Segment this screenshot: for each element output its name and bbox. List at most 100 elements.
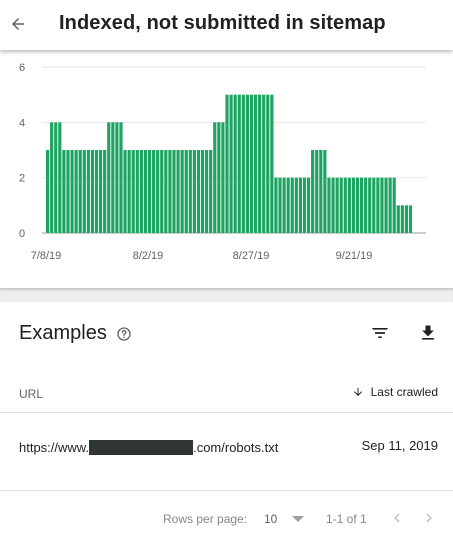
bar — [327, 177, 331, 233]
y-tick-label: 4 — [19, 117, 25, 129]
bar — [94, 150, 99, 233]
bar — [221, 122, 225, 233]
bar — [339, 177, 343, 233]
bar — [253, 94, 258, 233]
pagination: Rows per page: 10 1-1 of 1 — [0, 507, 453, 531]
bar — [66, 150, 70, 233]
bar — [229, 94, 233, 233]
redacted-domain — [89, 440, 194, 455]
bar — [115, 122, 119, 233]
bar — [384, 177, 388, 233]
bar — [241, 94, 245, 233]
bar — [188, 150, 192, 233]
download-button[interactable] — [414, 319, 442, 347]
header-divider — [0, 412, 453, 413]
bar — [323, 150, 327, 233]
bar — [54, 122, 58, 233]
bar — [372, 177, 376, 233]
bar — [107, 122, 111, 233]
bar — [298, 177, 302, 233]
bar — [306, 177, 311, 233]
chart-card: 0 2 4 6 7/8/19 8/2/19 8/27/19 9/21/19 — [0, 50, 453, 288]
indexed-pages-chart: 0 2 4 6 7/8/19 8/2/19 8/27/19 9/21/19 — [19, 62, 426, 262]
help-circle-icon[interactable] — [116, 326, 132, 342]
bar — [249, 94, 254, 233]
page-range: 1-1 of 1 — [326, 512, 367, 526]
y-tick-label: 6 — [19, 62, 25, 74]
back-button[interactable] — [0, 6, 36, 42]
bar — [103, 150, 107, 233]
bar — [404, 205, 409, 233]
bar — [135, 150, 139, 233]
bar — [392, 177, 396, 233]
table-row[interactable]: https://www. .com/robots.txt Sep 11, 2019 — [0, 423, 453, 490]
bar — [282, 177, 286, 233]
bar — [237, 94, 241, 233]
bar — [245, 94, 249, 233]
bar — [147, 150, 152, 233]
bar — [258, 94, 262, 233]
bar — [86, 150, 90, 233]
table-header: URL Last crawled — [0, 376, 453, 412]
bar — [58, 122, 62, 233]
rows-per-page-select[interactable]: 10 — [264, 512, 277, 526]
chevron-left-icon[interactable] — [388, 509, 406, 527]
page-title: Indexed, not submitted in sitemap — [59, 12, 386, 34]
row-last-crawled: Sep 11, 2019 — [361, 438, 438, 453]
bar — [380, 177, 384, 233]
bar — [388, 177, 392, 233]
bar — [160, 150, 164, 233]
bar — [205, 150, 209, 233]
examples-card: Examples URL Last crawled https://www. .… — [0, 302, 453, 540]
bar — [225, 94, 229, 233]
bar — [233, 94, 237, 233]
bar — [335, 177, 339, 233]
arrow-down-icon — [353, 388, 362, 396]
bar — [376, 177, 380, 233]
bar — [294, 177, 298, 233]
bar — [192, 150, 196, 233]
bar — [119, 122, 123, 233]
bar — [123, 150, 127, 233]
column-last-crawled-label: Last crawled — [370, 385, 438, 399]
bar — [46, 150, 50, 233]
bar — [217, 122, 221, 233]
bar — [355, 177, 360, 233]
column-last-crawled-sort[interactable]: Last crawled — [352, 385, 438, 399]
bar — [164, 150, 168, 233]
row-divider — [0, 490, 453, 491]
filter-icon — [372, 328, 388, 338]
bar — [343, 177, 347, 233]
bar — [90, 150, 95, 233]
row-url: https://www. .com/robots.txt — [19, 438, 289, 457]
bar — [152, 150, 156, 233]
download-icon — [422, 325, 434, 340]
bar — [168, 150, 172, 233]
chevron-right-icon[interactable] — [420, 509, 438, 527]
bar — [368, 177, 372, 233]
bar — [286, 177, 290, 233]
bar — [364, 177, 368, 233]
bar — [70, 150, 74, 233]
bar — [270, 94, 274, 233]
bar — [184, 150, 188, 233]
bar — [196, 150, 201, 233]
bar — [156, 150, 160, 233]
dropdown-caret-icon[interactable] — [292, 516, 304, 524]
bar — [50, 122, 54, 233]
bar — [143, 150, 148, 233]
bar — [400, 205, 404, 233]
bar — [111, 122, 115, 233]
x-tick-label: 9/21/19 — [336, 250, 373, 262]
top-app-bar: Indexed, not submitted in sitemap — [0, 0, 453, 50]
bar — [290, 177, 294, 233]
bar — [62, 150, 66, 233]
bar — [78, 150, 82, 233]
bar — [315, 150, 319, 233]
x-tick-label: 8/2/19 — [133, 250, 164, 262]
section-divider — [0, 288, 453, 302]
filter-button[interactable] — [366, 319, 394, 347]
bar — [347, 177, 351, 233]
rows-per-page-label: Rows per page: — [163, 512, 248, 526]
bar — [131, 150, 135, 233]
